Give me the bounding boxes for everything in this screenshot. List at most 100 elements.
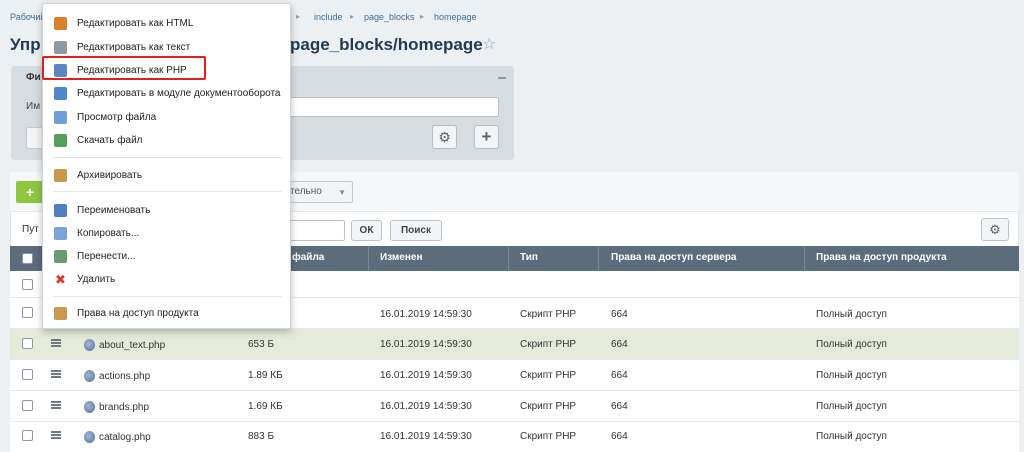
- row-menu-icon[interactable]: [51, 431, 61, 439]
- column-header-product-rights[interactable]: Права на доступ продукта: [816, 252, 947, 263]
- view-file-icon: [54, 111, 67, 124]
- cell-file-name[interactable]: about_text.php: [99, 340, 165, 351]
- list-settings-button[interactable]: ⚙: [981, 218, 1009, 241]
- path-input[interactable]: [283, 220, 345, 241]
- minimize-icon[interactable]: [497, 70, 507, 80]
- row-menu-icon[interactable]: [51, 339, 61, 347]
- cell-type: Скрипт PHP: [520, 339, 577, 350]
- menu-item-product-access[interactable]: Права на доступ продукта: [43, 302, 292, 324]
- cell-file-name[interactable]: actions.php: [99, 371, 150, 382]
- ok-button[interactable]: ОК: [351, 220, 382, 241]
- row-checkbox[interactable]: [22, 338, 33, 349]
- rename-icon: [54, 204, 67, 217]
- menu-item-download-file[interactable]: Скачать файл: [43, 129, 292, 151]
- add-button[interactable]: +: [16, 181, 44, 203]
- column-divider: [804, 246, 805, 271]
- menu-item-move[interactable]: Перенести...: [43, 245, 292, 267]
- row-menu-icon[interactable]: [51, 370, 61, 378]
- column-header-server-rights[interactable]: Права на доступ сервера: [611, 252, 736, 263]
- php-file-icon: [84, 370, 95, 382]
- annotation-highlight-box: [42, 56, 206, 80]
- filter-name-label: Им: [26, 101, 41, 112]
- search-button[interactable]: Поиск: [390, 220, 442, 241]
- menu-divider: [53, 157, 282, 158]
- cell-type: Скрипт PHP: [520, 401, 577, 412]
- menu-item-label: Переименовать: [77, 205, 151, 216]
- breadcrumb-item[interactable]: page_blocks: [364, 12, 415, 22]
- text-edit-icon: [54, 41, 67, 54]
- cell-type: Скрипт PHP: [520, 309, 577, 320]
- cell-product-rights: Полный доступ: [816, 309, 887, 320]
- row-checkbox[interactable]: [22, 307, 33, 318]
- workflow-edit-icon: [54, 87, 67, 100]
- cell-product-rights: Полный доступ: [816, 401, 887, 412]
- row-checkbox[interactable]: [22, 430, 33, 441]
- move-icon: [54, 250, 67, 263]
- cell-server-rights: 664: [611, 401, 628, 412]
- row-checkbox[interactable]: [22, 369, 33, 380]
- cell-file-name[interactable]: brands.php: [99, 402, 149, 413]
- menu-item-label: Редактировать как текст: [77, 42, 191, 53]
- cell-modified: 16.01.2019 14:59:30: [380, 339, 472, 350]
- breadcrumb-chevron-icon: ▸: [350, 12, 355, 21]
- column-header-type[interactable]: Тип: [520, 252, 538, 263]
- php-file-icon: [84, 401, 95, 413]
- menu-item-copy[interactable]: Копировать...: [43, 222, 292, 244]
- column-divider: [508, 246, 509, 271]
- archive-icon: [54, 169, 67, 182]
- cell-file-name[interactable]: catalog.php: [99, 432, 151, 443]
- cell-size: 883 Б: [248, 431, 275, 442]
- filter-name-input[interactable]: [288, 97, 499, 117]
- menu-item-edit-text[interactable]: Редактировать как текст: [43, 36, 292, 58]
- row-checkbox[interactable]: [22, 400, 33, 411]
- column-header-modified[interactable]: Изменен: [380, 252, 423, 263]
- menu-item-archive[interactable]: Архивировать: [43, 164, 292, 186]
- cell-size: 653 Б: [248, 339, 275, 350]
- cell-product-rights: Полный доступ: [816, 339, 887, 350]
- cell-modified: 16.01.2019 14:59:30: [380, 401, 472, 412]
- row-checkbox[interactable]: [22, 279, 33, 290]
- menu-item-label: Копировать...: [77, 228, 140, 239]
- menu-item-edit-workflow[interactable]: Редактировать в модуле документооборота: [43, 82, 292, 104]
- cell-type: Скрипт PHP: [520, 431, 577, 442]
- column-header-name[interactable]: файла: [292, 252, 324, 263]
- cell-size: 1.89 КБ: [248, 370, 283, 381]
- gear-icon: ⚙: [989, 222, 1001, 237]
- menu-item-label: Скачать файл: [77, 135, 143, 146]
- chevron-down-icon: ▼: [338, 188, 346, 197]
- menu-item-view-file[interactable]: Просмотр файла: [43, 106, 292, 128]
- more-actions-label: тельно: [290, 186, 322, 197]
- cell-size: 1.69 КБ: [248, 401, 283, 412]
- menu-item-label: Просмотр файла: [77, 112, 157, 123]
- access-rights-icon: [54, 307, 67, 320]
- path-label: Пут: [22, 224, 39, 235]
- page-title-path: page_blocks/homepage: [290, 35, 483, 54]
- cell-modified: 16.01.2019 14:59:30: [380, 370, 472, 381]
- select-all-checkbox[interactable]: [22, 253, 33, 264]
- column-divider: [598, 246, 599, 271]
- menu-item-edit-html[interactable]: Редактировать как HTML: [43, 12, 292, 34]
- filter-tab[interactable]: Фи: [26, 72, 41, 83]
- column-divider: [368, 246, 369, 271]
- menu-item-rename[interactable]: Переименовать: [43, 199, 292, 221]
- breadcrumb-item[interactable]: include: [314, 12, 343, 22]
- cell-product-rights: Полный доступ: [816, 431, 887, 442]
- menu-item-label: Редактировать в модуле документооборота: [77, 88, 281, 99]
- breadcrumb-item[interactable]: homepage: [434, 12, 477, 22]
- menu-item-delete[interactable]: ✖ Удалить: [43, 268, 292, 290]
- row-menu-icon[interactable]: [51, 401, 61, 409]
- cell-type: Скрипт PHP: [520, 370, 577, 381]
- filter-settings-button[interactable]: ⚙: [432, 125, 457, 149]
- cell-modified: 16.01.2019 14:59:30: [380, 309, 472, 320]
- page-title: Упр: [10, 35, 41, 54]
- php-file-icon: [84, 339, 95, 351]
- gear-icon: ⚙: [438, 129, 451, 145]
- star-icon[interactable]: ☆: [482, 37, 498, 53]
- breadcrumb-item[interactable]: Рабочий: [10, 12, 45, 22]
- html-edit-icon: [54, 17, 67, 30]
- filter-add-field-button[interactable]: +: [474, 125, 499, 149]
- more-actions-button[interactable]: тельно ▼: [284, 181, 353, 203]
- cell-modified: 16.01.2019 14:59:30: [380, 431, 472, 442]
- cell-server-rights: 664: [611, 309, 628, 320]
- plus-icon: +: [481, 127, 492, 146]
